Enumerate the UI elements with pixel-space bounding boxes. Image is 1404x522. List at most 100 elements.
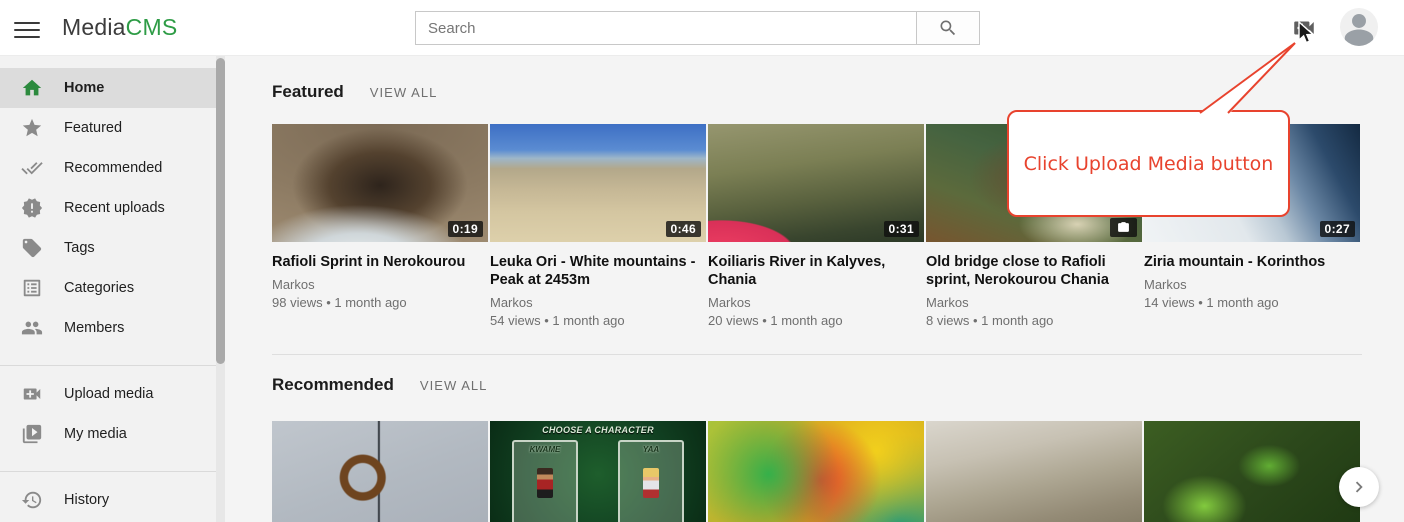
sidebar-item-recent-uploads[interactable]: Recent uploads [0,188,216,228]
sidebar-item-history[interactable]: History [0,480,216,520]
recommended-cards-row: CHOOSE A CHARACTER KWAME Selected YAA Se… [272,421,1404,522]
media-meta: 8 views • 1 month ago [926,313,1142,328]
sidebar-item-label: Categories [64,280,134,296]
recommended-view-all-link[interactable]: VIEW ALL [420,378,488,393]
sidebar-item-label: My media [64,426,127,442]
categories-icon [21,277,43,299]
star-icon [21,117,43,139]
video-thumbnail[interactable]: 0:46 [490,124,706,242]
annotation-callout: Click Upload Media button [1007,110,1290,217]
photo-badge [1110,218,1137,237]
camera-icon [1117,221,1130,234]
home-icon [21,77,43,99]
media-title[interactable]: Rafioli Sprint in Nerokourou [272,253,488,271]
media-meta: 20 views • 1 month ago [708,313,924,328]
game-character [643,468,659,498]
sidebar-item-upload-media[interactable]: Upload media [0,374,216,414]
video-thumbnail[interactable]: CHOOSE A CHARACTER KWAME Selected YAA Se… [490,421,706,522]
thumbnail-panel: YAA Select [618,440,684,522]
section-title: Featured [272,82,344,102]
my-media-icon [21,423,43,445]
sidebar-item-label: Tags [64,240,95,256]
media-meta: 14 views • 1 month ago [1144,295,1360,310]
featured-section-header: Featured VIEW ALL [272,82,1404,102]
media-card: 0:19 Rafioli Sprint in Nerokourou Markos… [272,124,488,328]
video-thumbnail[interactable] [272,421,488,522]
sidebar-item-tags[interactable]: Tags [0,228,216,268]
media-card: 0:31 Koiliaris River in Kalyves, Chania … [708,124,924,328]
media-author[interactable]: Markos [708,295,924,310]
sidebar-item-home[interactable]: Home [0,68,216,108]
tag-icon [21,237,43,259]
search-input[interactable] [416,12,916,44]
sidebar-item-label: Featured [64,120,122,136]
chevron-right-icon [1348,476,1370,498]
person-icon [1340,8,1378,46]
media-card: 0:46 Leuka Ori - White mountains - Peak … [490,124,706,328]
sidebar-divider [0,365,216,366]
sidebar-item-members[interactable]: Members [0,308,216,348]
media-card [1144,421,1360,522]
menu-icon[interactable] [14,17,40,39]
logo[interactable]: MediaCMS [62,14,177,41]
media-author[interactable]: Markos [1144,277,1360,292]
search-icon [938,18,958,38]
video-thumbnail[interactable] [1144,421,1360,522]
sidebar-divider [0,471,216,472]
sidebar-item-label: Members [64,320,124,336]
top-header: MediaCMS [0,0,1404,56]
media-meta: 54 views • 1 month ago [490,313,706,328]
media-meta: 98 views • 1 month ago [272,295,488,310]
sidebar-item-recommended[interactable]: Recommended [0,148,216,188]
sidebar-item-my-media[interactable]: My media [0,414,216,454]
upload-media-icon [21,383,43,405]
video-thumbnail[interactable] [926,421,1142,522]
media-title[interactable]: Leuka Ori - White mountains - Peak at 24… [490,253,706,289]
recommended-section-header: Recommended VIEW ALL [272,375,1404,395]
video-thumbnail[interactable]: 0:31 [708,124,924,242]
scroll-right-button[interactable] [1339,467,1379,507]
video-thumbnail[interactable] [708,421,924,522]
thumbnail-text: YAA [620,445,682,454]
media-author[interactable]: Markos [272,277,488,292]
media-title[interactable]: Ziria mountain - Korinthos [1144,253,1360,271]
sidebar-item-label: Recent uploads [64,200,165,216]
media-title[interactable]: Koiliaris River in Kalyves, Chania [708,253,924,289]
thumbnail-panel: KWAME Selected [512,440,578,522]
duration-badge: 0:31 [884,221,919,237]
user-avatar[interactable] [1340,8,1378,46]
sidebar-item-label: Recommended [64,160,162,176]
sidebar-item-label: History [64,492,109,508]
upload-media-button[interactable] [1290,15,1318,41]
featured-view-all-link[interactable]: VIEW ALL [370,85,438,100]
media-card [926,421,1142,522]
media-card: CHOOSE A CHARACTER KWAME Selected YAA Se… [490,421,706,522]
media-card [272,421,488,522]
thumbnail-text: KWAME [514,445,576,454]
video-thumbnail[interactable]: 0:19 [272,124,488,242]
duration-badge: 0:46 [666,221,701,237]
logo-cms: CMS [126,14,178,40]
media-author[interactable]: Markos [490,295,706,310]
new-releases-icon [21,197,43,219]
video-call-icon [1290,15,1318,41]
media-author[interactable]: Markos [926,295,1142,310]
annotation-text: Click Upload Media button [1024,153,1274,175]
duration-badge: 0:27 [1320,221,1355,237]
sidebar-scrollbar-thumb[interactable] [216,58,225,364]
logo-media: Media [62,14,126,40]
sidebar-item-featured[interactable]: Featured [0,108,216,148]
game-character [537,468,553,498]
duration-badge: 0:19 [448,221,483,237]
mediacms-app: MediaCMS Home Featured Recommended [0,0,1404,522]
thumbnail-text: CHOOSE A CHARACTER [490,425,706,435]
history-icon [21,489,43,511]
sidebar-item-label: Home [64,80,104,96]
sidebar-item-categories[interactable]: Categories [0,268,216,308]
search-button[interactable] [916,12,979,44]
media-title[interactable]: Old bridge close to Rafioli sprint, Nero… [926,253,1142,289]
sidebar: Home Featured Recommended Recent uploads… [0,56,225,522]
sidebar-scrollbar-track[interactable] [216,56,225,522]
search-bar [415,11,980,45]
done-all-icon [21,157,43,179]
